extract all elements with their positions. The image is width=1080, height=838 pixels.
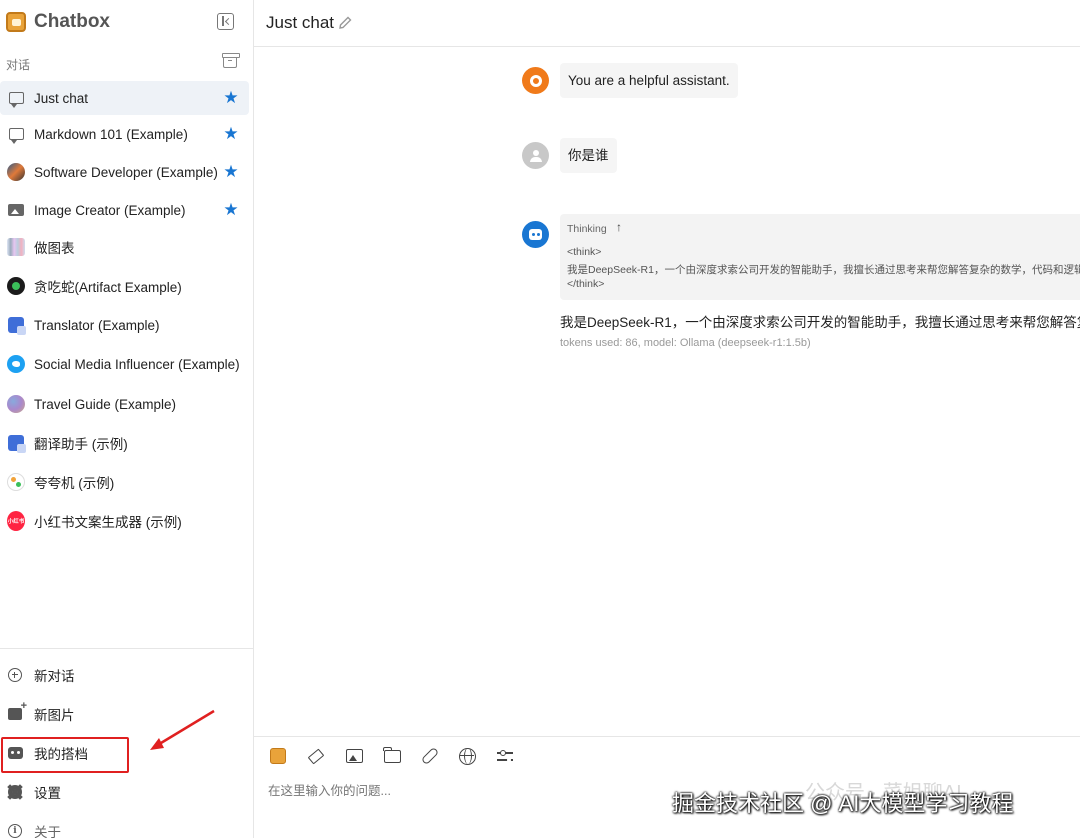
snake-avatar-icon [7,277,25,295]
kuakua-avatar-icon [7,473,25,491]
my-copilots-button[interactable]: 我的搭档 [0,736,249,770]
session-item-translator[interactable]: Translator (Example) [0,308,249,342]
watermark-main: 掘金技术社区 @ AI大模型学习教程 [672,791,1014,816]
session-item-xiaohongshu[interactable]: 小红书 小红书文案生成器 (示例) [0,504,249,538]
think-content: 我是DeepSeek-R1，一个由深度求索公司开发的智能助手，我擅长通过思考来帮… [567,264,1080,276]
star-icon[interactable]: ★ [223,201,239,218]
thinking-label: Thinking [567,223,607,235]
session-label: 夸夸机 (示例) [34,476,115,491]
conversations-section-label: 对话 [6,58,31,72]
user-avatar [522,142,549,169]
info-icon: i [7,823,23,838]
robot-icon [529,229,542,240]
settings-button[interactable]: 设置 [0,775,249,809]
new-image-label: 新图片 [34,708,75,723]
robot-icon [7,745,23,761]
session-label: Image Creator (Example) [34,202,186,218]
copilot-logo-icon[interactable] [267,745,289,767]
session-item-snake[interactable]: 贪吃蛇(Artifact Example) [0,269,249,303]
globe-icon[interactable] [456,745,478,767]
system-avatar [522,67,549,94]
sidebar-divider [0,648,253,649]
twitter-icon [7,355,25,373]
session-label: 翻译助手 (示例) [34,437,128,452]
session-item-travel-guide[interactable]: Travel Guide (Example) [0,387,249,421]
person-icon [529,149,542,162]
translator-icon [7,316,26,335]
system-message: You are a helpful assistant. [560,63,738,98]
edit-pencil-icon[interactable] [339,16,352,29]
image-icon [7,201,25,219]
developer-avatar-icon [7,163,25,181]
session-label: Just chat [34,90,89,106]
folder-icon[interactable] [381,745,403,767]
session-label: Markdown 101 (Example) [34,126,188,142]
brand: Chatbox [6,9,110,35]
user-message: 你是谁 [560,138,617,173]
settings-tune-icon[interactable] [494,745,516,767]
session-label: 做图表 [34,241,75,256]
add-photo-icon [7,700,27,722]
travel-avatar-icon [7,395,25,413]
chatbox-logo-icon [6,12,26,32]
session-label: Translator (Example) [34,317,160,333]
translator-icon [7,434,26,453]
link-icon[interactable] [419,745,441,767]
collapse-sidebar-icon[interactable] [217,13,234,30]
think-close-tag: </think> [567,278,605,290]
star-icon[interactable]: ★ [223,163,239,180]
my-copilots-label: 我的搭档 [34,747,88,762]
app-name: Chatbox [34,11,110,32]
session-item-chart[interactable]: 做图表 [0,230,249,264]
chat-bubble-icon [7,89,25,108]
new-chat-button[interactable]: 新对话 [0,658,249,692]
assistant-answer: 我是DeepSeek-R1，一个由深度求索公司开发的智能助手，我擅长通过思考来帮… [560,315,1080,330]
gear-icon [7,784,23,800]
chat-header: Just chat [254,0,1080,47]
about-button[interactable]: i 关于 [0,814,249,838]
sidebar: Chatbox 对话 Just chat ★ Markdown 101 (Exa… [0,0,254,838]
collapse-arrow-icon[interactable]: ↑ [616,220,622,234]
session-label: Travel Guide (Example) [34,396,177,412]
star-icon[interactable]: ★ [223,125,239,142]
assistant-avatar [522,221,549,248]
star-icon[interactable]: ★ [223,89,239,106]
session-item-markdown[interactable]: Markdown 101 (Example) ★ [0,117,249,151]
session-item-image-creator[interactable]: Image Creator (Example) ★ [0,193,249,227]
new-chat-label: 新对话 [34,669,75,684]
about-label: 关于 [34,825,61,838]
message-meta: tokens used: 86, model: Ollama (deepseek… [560,337,811,349]
think-open-tag: <think> [567,246,602,258]
session-item-software-developer[interactable]: Software Developer (Example) ★ [0,155,249,189]
session-label: Social Media Influencer (Example) [34,356,240,372]
chat-title: Just chat [266,13,335,32]
image-attach-icon[interactable] [343,745,365,767]
xiaohongshu-icon: 小红书 [7,511,25,531]
session-label: Software Developer (Example) [34,164,218,180]
archive-icon[interactable] [222,53,240,68]
session-item-kuakua[interactable]: 夸夸机 (示例) [0,465,249,499]
session-item-just-chat[interactable]: Just chat ★ [0,81,249,115]
add-circle-icon [7,667,23,683]
settings-label: 设置 [34,786,61,801]
session-label: 小红书文案生成器 (示例) [34,515,182,530]
session-item-translate-assistant[interactable]: 翻译助手 (示例) [0,426,249,460]
session-label: 贪吃蛇(Artifact Example) [34,280,182,295]
chart-avatar-icon [7,238,25,256]
new-image-button[interactable]: 新图片 [0,697,249,731]
session-item-social-media[interactable]: Social Media Influencer (Example) [0,347,249,381]
chat-bubble-icon [7,125,25,144]
thinking-panel: Thinking ↑ <think> 我是DeepSeek-R1，一个由深度求索… [560,214,1080,300]
eraser-icon[interactable] [305,745,327,767]
gear-icon [529,74,542,87]
